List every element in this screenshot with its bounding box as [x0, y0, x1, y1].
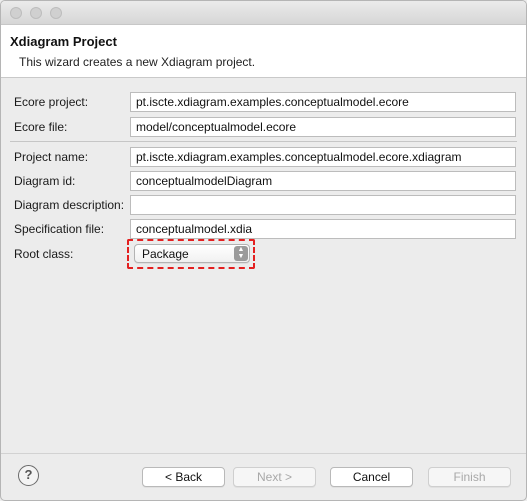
- cancel-button[interactable]: Cancel: [330, 467, 413, 487]
- diagram-description-field[interactable]: [130, 195, 516, 215]
- diagram-description-label: Diagram description:: [14, 198, 125, 212]
- title-bar: [1, 1, 526, 25]
- wizard-title: Xdiagram Project: [10, 34, 117, 49]
- root-class-selected-value: Package: [142, 247, 189, 261]
- updown-chevron-icon: ▲ ▼: [234, 246, 248, 261]
- back-button[interactable]: < Back: [142, 467, 225, 487]
- diagram-id-label: Diagram id:: [14, 174, 76, 188]
- project-name-field[interactable]: pt.iscte.xdiagram.examples.conceptualmod…: [130, 147, 516, 167]
- wizard-window: Xdiagram Project This wizard creates a n…: [0, 0, 527, 501]
- finish-button[interactable]: Finish: [428, 467, 511, 487]
- project-name-label: Project name:: [14, 150, 89, 164]
- footer-divider: [1, 453, 526, 454]
- next-button[interactable]: Next >: [233, 467, 316, 487]
- section-divider: [10, 141, 517, 142]
- ecore-file-field[interactable]: model/conceptualmodel.ecore: [130, 117, 516, 137]
- zoom-window-button[interactable]: [50, 7, 62, 19]
- ecore-project-field[interactable]: pt.iscte.xdiagram.examples.conceptualmod…: [130, 92, 516, 112]
- help-icon[interactable]: ?: [18, 465, 39, 486]
- root-class-label: Root class:: [14, 247, 74, 261]
- ecore-project-label: Ecore project:: [14, 95, 89, 109]
- specification-file-label: Specification file:: [14, 222, 105, 236]
- wizard-banner: Xdiagram Project This wizard creates a n…: [1, 25, 526, 78]
- specification-file-field[interactable]: conceptualmodel.xdia: [130, 219, 516, 239]
- minimize-window-button[interactable]: [30, 7, 42, 19]
- diagram-id-field[interactable]: conceptualmodelDiagram: [130, 171, 516, 191]
- root-class-select[interactable]: Package ▲ ▼: [134, 244, 250, 263]
- wizard-description: This wizard creates a new Xdiagram proje…: [19, 55, 256, 69]
- ecore-file-label: Ecore file:: [14, 120, 68, 134]
- close-window-button[interactable]: [10, 7, 22, 19]
